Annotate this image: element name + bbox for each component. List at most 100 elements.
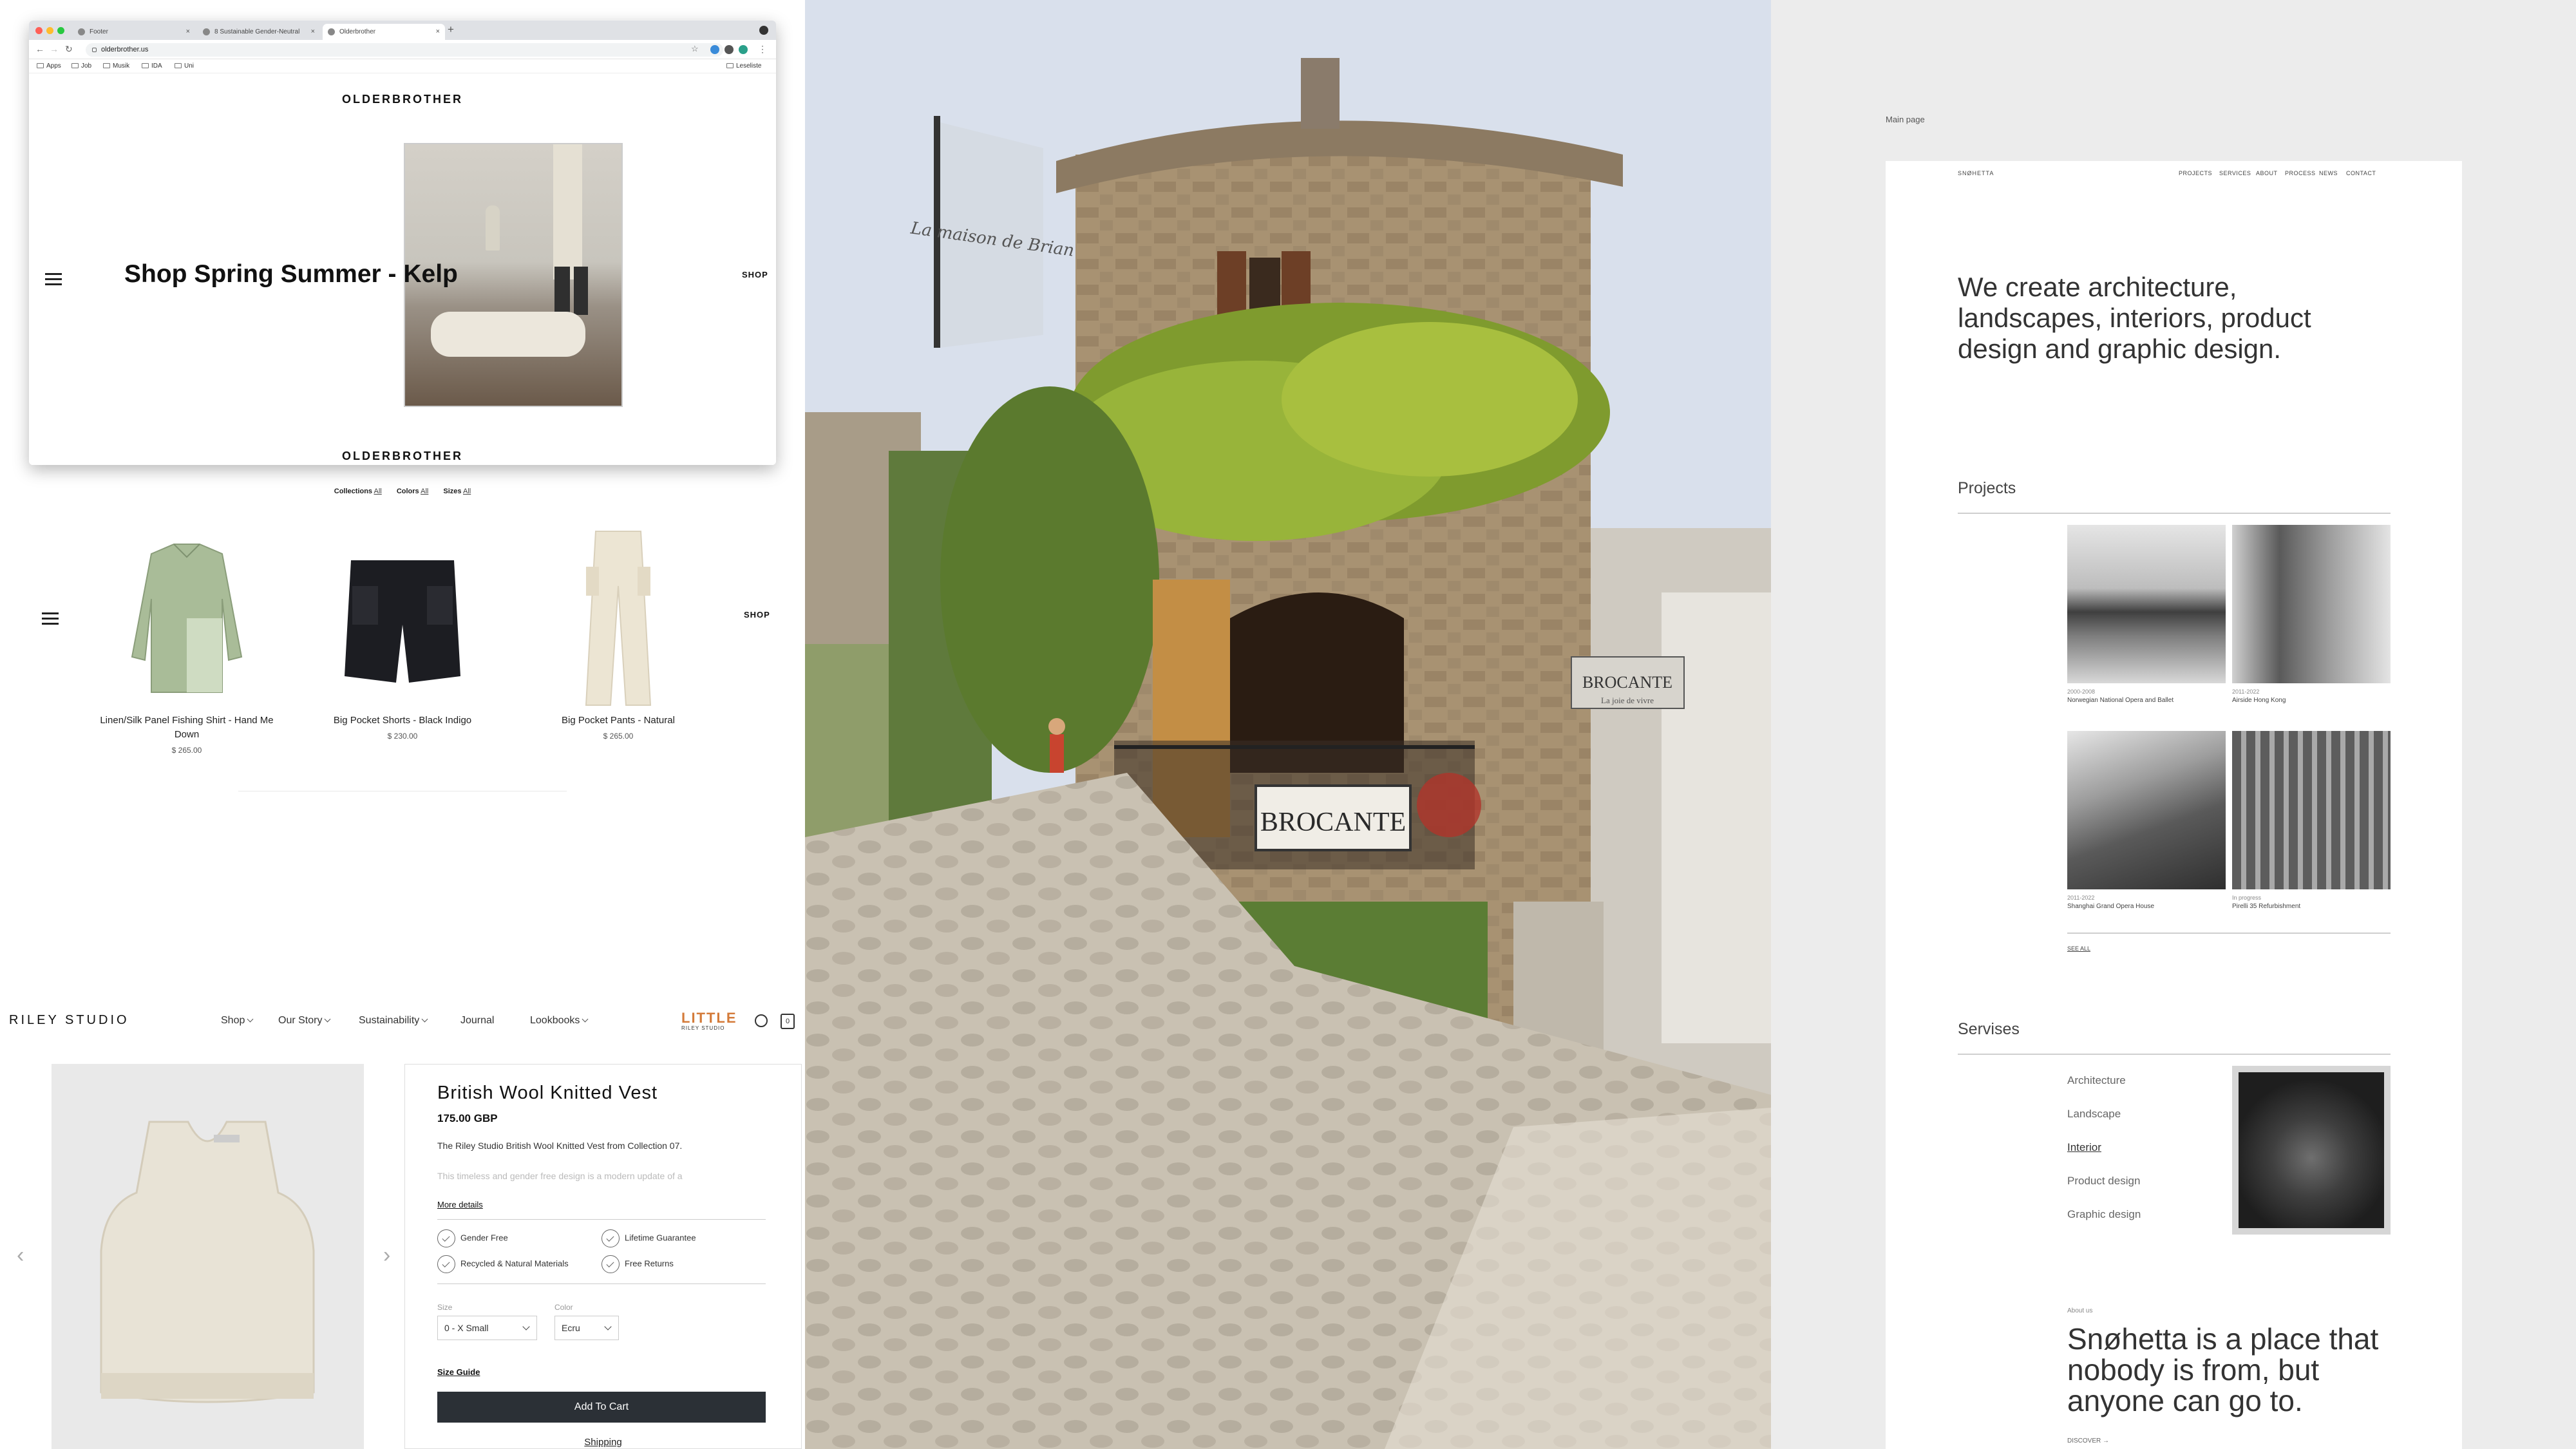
- hamburger-menu-icon[interactable]: [45, 273, 62, 286]
- back-icon[interactable]: ←: [35, 44, 44, 54]
- tab-search-icon[interactable]: [759, 26, 768, 35]
- product-image[interactable]: [90, 528, 283, 708]
- hamburger-menu-icon[interactable]: [42, 612, 59, 625]
- project-years: 2011-2022: [2067, 895, 2095, 901]
- shop-link[interactable]: SHOP: [744, 611, 770, 620]
- tab-label: Olderbrother: [339, 28, 376, 35]
- shop-link[interactable]: SHOP: [742, 270, 768, 279]
- nav-services[interactable]: SERVICES: [2219, 170, 2251, 176]
- bookmark-apps[interactable]: Apps: [37, 62, 61, 70]
- size-select[interactable]: 0 - X Small: [437, 1316, 537, 1340]
- profile-avatar-icon[interactable]: [739, 45, 748, 54]
- about-quote: Snøhetta is a place that nobody is from,…: [2067, 1322, 2379, 1417]
- service-landscape[interactable]: Landscape: [2067, 1108, 2121, 1121]
- shipping-link[interactable]: Shipping: [405, 1437, 801, 1448]
- bookmark-ida[interactable]: IDA: [142, 62, 162, 70]
- filter-sizes[interactable]: Sizes All: [443, 488, 471, 495]
- reading-list[interactable]: Leseliste: [726, 62, 761, 70]
- interior-image[interactable]: [2232, 1066, 2391, 1235]
- tab-sustainable[interactable]: 8 Sustainable Gender-Neutral ×: [198, 24, 320, 40]
- see-all-link[interactable]: SEE ALL: [2067, 945, 2090, 952]
- product-card[interactable]: Big Pocket Pants - Natural $ 265.00: [522, 528, 715, 741]
- tab-label: Footer: [90, 28, 108, 35]
- service-interior[interactable]: Interior: [2067, 1141, 2101, 1154]
- extension-icon[interactable]: [710, 45, 719, 54]
- project-image[interactable]: [2067, 731, 2226, 889]
- little-riley-logo[interactable]: LITTLE RILEY STUDIO: [681, 1010, 737, 1031]
- close-tab-icon[interactable]: ×: [311, 24, 315, 40]
- close-tab-icon[interactable]: ×: [186, 24, 190, 40]
- service-architecture[interactable]: Architecture: [2067, 1074, 2126, 1087]
- minimize-window-icon[interactable]: [46, 27, 53, 34]
- reload-icon[interactable]: ↻: [65, 44, 73, 55]
- product-name[interactable]: Big Pocket Shorts - Black Indigo: [306, 714, 499, 728]
- service-product-design[interactable]: Product design: [2067, 1175, 2140, 1188]
- add-to-cart-button[interactable]: Add To Cart: [437, 1392, 766, 1423]
- project-image[interactable]: [2232, 525, 2391, 683]
- close-tab-icon[interactable]: ×: [436, 24, 440, 40]
- nav-projects[interactable]: PROJECTS: [2179, 170, 2212, 176]
- search-icon[interactable]: [755, 1014, 768, 1027]
- bookmark-job[interactable]: Job: [71, 62, 91, 70]
- product-card[interactable]: Big Pocket Shorts - Black Indigo $ 230.0…: [306, 528, 499, 741]
- project-card[interactable]: 2000-2008 Norwegian National Opera and B…: [2067, 525, 2226, 704]
- more-details-link[interactable]: More details: [437, 1200, 483, 1209]
- tab-footer[interactable]: Footer ×: [73, 24, 195, 40]
- chevron-down-icon: [604, 1323, 612, 1331]
- maximize-window-icon[interactable]: [57, 27, 64, 34]
- filter-colors[interactable]: Colors All: [397, 488, 429, 495]
- nav-our-story[interactable]: Our Story: [278, 1015, 331, 1027]
- hero-title[interactable]: Shop Spring Summer - Kelp: [124, 260, 458, 289]
- discover-link[interactable]: DISCOVER →: [2067, 1437, 2109, 1444]
- product-card[interactable]: Linen/Silk Panel Fishing Shirt - Hand Me…: [90, 528, 283, 755]
- close-window-icon[interactable]: [35, 27, 43, 34]
- browser-menu-icon[interactable]: ⋮: [758, 44, 767, 55]
- project-card[interactable]: In progress Pirelli 35 Refurbishment: [2232, 731, 2391, 910]
- brand-logo[interactable]: OLDERBROTHER: [29, 93, 776, 106]
- color-select[interactable]: Ecru: [554, 1316, 619, 1340]
- new-tab-icon[interactable]: +: [448, 23, 454, 36]
- project-name[interactable]: Airside Hong Kong: [2232, 697, 2391, 704]
- shopping-bag-icon[interactable]: 0: [781, 1014, 795, 1029]
- services-heading: Servises: [1958, 1020, 2020, 1038]
- product-description: The Riley Studio British Wool Knitted Ve…: [437, 1141, 683, 1151]
- nav-news[interactable]: NEWS: [2319, 170, 2338, 176]
- nav-about[interactable]: ABOUT: [2256, 170, 2278, 176]
- project-card[interactable]: 2011-2022 Airside Hong Kong: [2232, 525, 2391, 704]
- service-graphic-design[interactable]: Graphic design: [2067, 1208, 2141, 1221]
- snohetta-logo[interactable]: SNØHETTA: [1958, 170, 1994, 176]
- brand-logo-secondary[interactable]: OLDERBROTHER: [0, 450, 805, 463]
- forward-icon[interactable]: →: [50, 44, 59, 54]
- project-card[interactable]: 2011-2022 Shanghai Grand Opera House: [2067, 731, 2226, 910]
- bookmark-musik[interactable]: Musik: [103, 62, 129, 70]
- product-name[interactable]: Big Pocket Pants - Natural: [522, 714, 715, 728]
- nav-shop[interactable]: Shop: [221, 1015, 254, 1027]
- project-name[interactable]: Norwegian National Opera and Ballet: [2067, 697, 2226, 704]
- filter-collections[interactable]: Collections All: [334, 488, 382, 495]
- next-image-arrow-icon[interactable]: ›: [383, 1243, 390, 1268]
- project-name[interactable]: Shanghai Grand Opera House: [2067, 903, 2226, 910]
- product-image[interactable]: [306, 528, 499, 708]
- riley-studio-logo[interactable]: RILEY STUDIO: [9, 1013, 129, 1028]
- product-name[interactable]: Linen/Silk Panel Fishing Shirt - Hand Me…: [90, 714, 283, 742]
- nav-process[interactable]: PROCESS: [2285, 170, 2316, 176]
- village-street-image: BROCANTE BROCANTE La joie de vivre La ma…: [805, 0, 1771, 1449]
- prev-image-arrow-icon[interactable]: ‹: [17, 1243, 24, 1268]
- nav-contact[interactable]: CONTACT: [2346, 170, 2376, 176]
- bookmark-uni[interactable]: Uni: [175, 62, 194, 70]
- puzzle-extension-icon[interactable]: [724, 45, 734, 54]
- url-input[interactable]: olderbrother.us: [86, 43, 723, 57]
- divider: [1958, 513, 2391, 514]
- nav-journal[interactable]: Journal: [460, 1015, 494, 1027]
- nav-lookbooks[interactable]: Lookbooks: [530, 1015, 589, 1027]
- project-image[interactable]: [2232, 731, 2391, 889]
- project-image[interactable]: [2067, 525, 2226, 683]
- size-guide-link[interactable]: Size Guide: [437, 1367, 480, 1377]
- nav-sustainability[interactable]: Sustainability: [359, 1015, 428, 1027]
- bookmark-star-icon[interactable]: ☆: [691, 44, 699, 54]
- project-name[interactable]: Pirelli 35 Refurbishment: [2232, 903, 2391, 910]
- product-image[interactable]: [522, 528, 715, 708]
- tab-olderbrother[interactable]: Olderbrother ×: [323, 24, 445, 40]
- divider: [2067, 933, 2391, 934]
- product-image[interactable]: [52, 1064, 364, 1449]
